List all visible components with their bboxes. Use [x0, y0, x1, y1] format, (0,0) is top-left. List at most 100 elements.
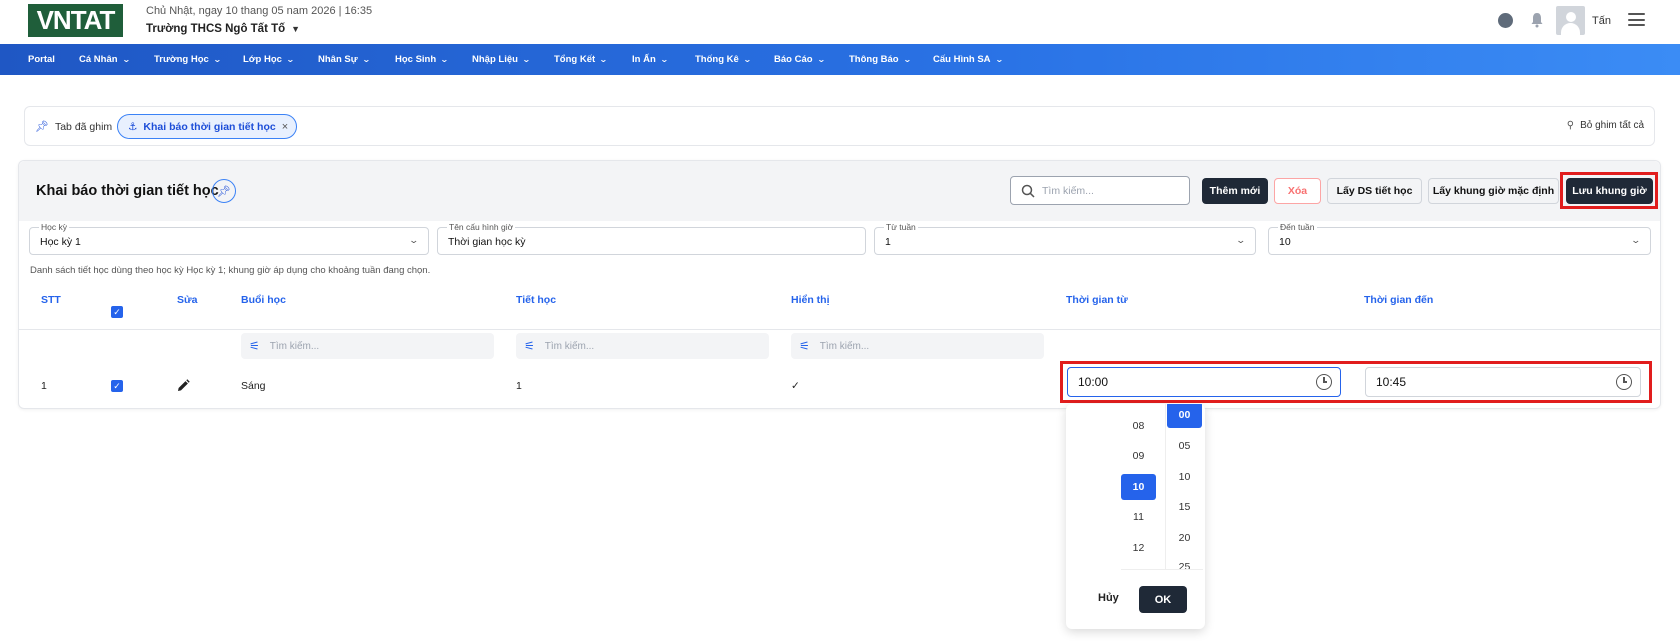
page-title: Khai báo thời gian tiết học [36, 183, 219, 199]
hour-option[interactable]: 09 [1121, 443, 1156, 469]
minute-option[interactable]: 20 [1167, 525, 1202, 551]
nav-item-truong-hoc[interactable]: Trường Học ⌄ [154, 44, 222, 75]
search-icon [1021, 184, 1035, 198]
picker-divider [1121, 569, 1203, 570]
nav-item-portal[interactable]: Portal [28, 44, 55, 75]
filter-period-input[interactable]: ⚟ Tìm kiếm... [516, 333, 769, 359]
add-button[interactable]: Thêm mới [1202, 178, 1268, 204]
school-selector[interactable]: Trường THCS Ngô Tất Tố ▼ [146, 23, 300, 35]
minute-column[interactable]: 00 05 10 15 20 25 [1165, 404, 1203, 569]
col-header-period[interactable]: Tiết học [516, 294, 556, 306]
nav-item-bao-cao[interactable]: Báo Cáo ⌄ [774, 44, 826, 75]
edit-icon[interactable] [177, 379, 190, 392]
filter-icon: ⚟ [249, 339, 260, 353]
nav-item-thong-ke[interactable]: Thống Kê ⌄ [695, 44, 752, 75]
cell-session: Sáng [241, 380, 266, 392]
search-input[interactable]: Tìm kiếm... [1010, 176, 1190, 205]
chat-icon[interactable] [1498, 13, 1513, 28]
to-week-select[interactable]: Đến tuần 10 ⌄ [1268, 222, 1651, 255]
nav-item-nhan-su[interactable]: Nhân Sự ⌄ [318, 44, 371, 75]
minute-option-selected[interactable]: 00 [1167, 404, 1202, 428]
highlight-time-inputs [1060, 361, 1652, 403]
config-name-field[interactable]: Tên cấu hình giờ Thời gian học kỳ [437, 222, 866, 255]
header-divider [19, 329, 1660, 330]
avatar[interactable] [1556, 6, 1585, 35]
menu-icon[interactable] [1628, 13, 1645, 26]
school-name: Trường THCS Ngô Tất Tố [146, 23, 286, 35]
nav-item-ca-nhan[interactable]: Cá Nhân ⌄ [79, 44, 131, 75]
cancel-button[interactable]: Hủy [1098, 592, 1119, 604]
nav-item-hoc-sinh[interactable]: Học Sinh ⌄ [395, 44, 449, 75]
filter-icon: ⚟ [799, 339, 810, 353]
row-checkbox[interactable]: ✓ [111, 380, 123, 392]
ok-button[interactable]: OK [1139, 586, 1187, 613]
user-name[interactable]: Tấn [1592, 15, 1611, 27]
unpin-all-button[interactable]: ⚲ Bỏ ghim tất cả [1567, 120, 1644, 131]
chevron-down-icon: ⌄ [440, 55, 449, 64]
col-header-stt: STT [41, 294, 61, 306]
cell-period: 1 [516, 380, 522, 392]
chevron-down-icon: ⌄ [212, 55, 222, 64]
nav-item-lop-hoc[interactable]: Lớp Học ⌄ [243, 44, 295, 75]
pin-page-button[interactable]: 📌︎ [212, 179, 236, 203]
cell-display-check: ✓ [791, 380, 800, 392]
get-periods-button[interactable]: Lấy DS tiết học [1327, 178, 1422, 204]
logo[interactable]: VNTAT [28, 4, 123, 37]
hour-option[interactable]: 11 [1121, 504, 1156, 530]
pin-icon: 📌︎ [217, 185, 231, 198]
close-icon[interactable]: × [282, 121, 288, 133]
nav-item-nhap-lieu[interactable]: Nhập Liệu ⌄ [472, 44, 531, 75]
filter-icon: ⚟ [524, 339, 535, 353]
main-nav: Portal Cá Nhân ⌄ Trường Học ⌄ Lớp Học ⌄ Nhâ… [0, 44, 1680, 75]
chevron-down-icon: ⌄ [659, 55, 669, 64]
filter-display-input[interactable]: ⚟ Tìm kiếm... [791, 333, 1044, 359]
chevron-down-icon: ⌄ [521, 55, 531, 64]
semester-select[interactable]: Học kỳ Học kỳ 1 ⌄ [29, 222, 429, 255]
minute-option[interactable]: 15 [1167, 494, 1202, 520]
minute-option[interactable]: 25 [1167, 554, 1202, 569]
get-default-times-button[interactable]: Lấy khung giờ mặc định [1428, 178, 1559, 204]
table-description: Danh sách tiết học dùng theo học kỳ Học … [30, 265, 431, 276]
tab-icon: ⚓︎ [128, 120, 138, 133]
col-header-display[interactable]: Hiển thị [791, 294, 830, 306]
filter-session-input[interactable]: ⚟ Tìm kiếm... [241, 333, 494, 359]
pinned-tab-chip[interactable]: ⚓︎ Khai báo thời gian tiết học × [117, 114, 297, 139]
hour-option[interactable]: 08 [1121, 413, 1156, 439]
col-header-time-from[interactable]: Thời gian từ [1066, 294, 1128, 306]
date-line: Chủ Nhật, ngay 10 thang 05 nam 2026 | 16… [146, 5, 373, 17]
time-picker-popup: 08 09 10 11 12 00 05 10 15 20 25 Hủy OK [1066, 404, 1205, 629]
highlight-save-button [1560, 172, 1658, 209]
delete-button[interactable]: Xóa [1274, 178, 1321, 204]
nav-item-tong-ket[interactable]: Tổng Kết ⌄ [554, 44, 608, 75]
bell-icon[interactable] [1530, 12, 1544, 28]
nav-item-thong-bao[interactable]: Thông Báo ⌄ [849, 44, 912, 75]
minute-option[interactable]: 05 [1167, 433, 1202, 459]
cell-stt: 1 [41, 380, 47, 392]
unpin-icon: ⚲ [1566, 120, 1575, 131]
hour-column[interactable]: 08 09 10 11 12 [1121, 404, 1161, 569]
caret-down-icon: ▼ [291, 24, 301, 34]
chevron-down-icon: ⌄ [742, 55, 752, 64]
chevron-down-icon: ⌄ [1630, 235, 1642, 245]
hour-option[interactable]: 12 [1121, 535, 1156, 561]
hour-option-selected[interactable]: 10 [1121, 474, 1156, 500]
chevron-down-icon: ⌄ [902, 55, 912, 64]
col-header-time-to[interactable]: Thời gian đến [1364, 294, 1433, 306]
chevron-down-icon: ⌄ [361, 55, 371, 64]
top-bar: VNTAT Chủ Nhật, ngay 10 thang 05 nam 202… [0, 0, 1680, 44]
chevron-down-icon: ⌄ [816, 55, 826, 64]
col-header-edit: Sửa [177, 294, 198, 306]
select-all-checkbox[interactable]: ✓ [111, 306, 123, 318]
chevron-down-icon: ⌄ [408, 235, 420, 245]
minute-option[interactable]: 10 [1167, 464, 1202, 490]
pinned-tabs-bar: 📌︎ Tab đã ghim ⚓︎ Khai báo thời gian tiế… [24, 106, 1655, 146]
chevron-down-icon: ⌄ [121, 55, 131, 64]
from-week-select[interactable]: Từ tuần 1 ⌄ [874, 222, 1256, 255]
nav-item-in-an[interactable]: In Ấn ⌄ [632, 44, 669, 75]
nav-item-cau-hinh-sa[interactable]: Cấu Hình SA ⌄ [933, 44, 1003, 75]
chevron-down-icon: ⌄ [285, 55, 295, 64]
pinned-tabs-label: 📌︎ Tab đã ghim [35, 120, 113, 134]
card-header: Khai báo thời gian tiết học 📌︎ Tìm kiếm.… [19, 161, 1660, 221]
col-header-session[interactable]: Buổi học [241, 294, 286, 306]
pin-icon: 📌︎ [35, 121, 49, 133]
